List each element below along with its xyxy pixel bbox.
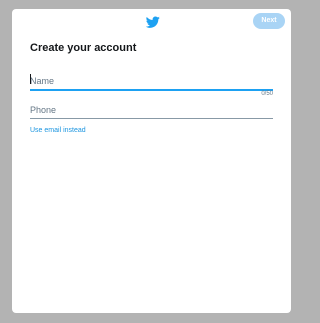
name-input-underline <box>30 89 273 91</box>
text-caret <box>30 74 31 84</box>
next-button[interactable]: Next <box>253 13 285 29</box>
name-input[interactable] <box>30 73 273 89</box>
twitter-bird-icon <box>146 16 160 28</box>
name-field-group: 0/50 <box>30 71 273 97</box>
signup-modal: Next Create your account 0/50 Use email … <box>12 9 291 313</box>
name-char-count: 0/50 <box>261 91 273 97</box>
phone-input-underline <box>30 118 273 119</box>
phone-field-group <box>30 100 273 119</box>
page-title: Create your account <box>30 42 137 54</box>
phone-input[interactable] <box>30 102 273 118</box>
modal-header: Next <box>12 9 291 37</box>
use-email-instead-link[interactable]: Use email instead <box>30 127 86 134</box>
